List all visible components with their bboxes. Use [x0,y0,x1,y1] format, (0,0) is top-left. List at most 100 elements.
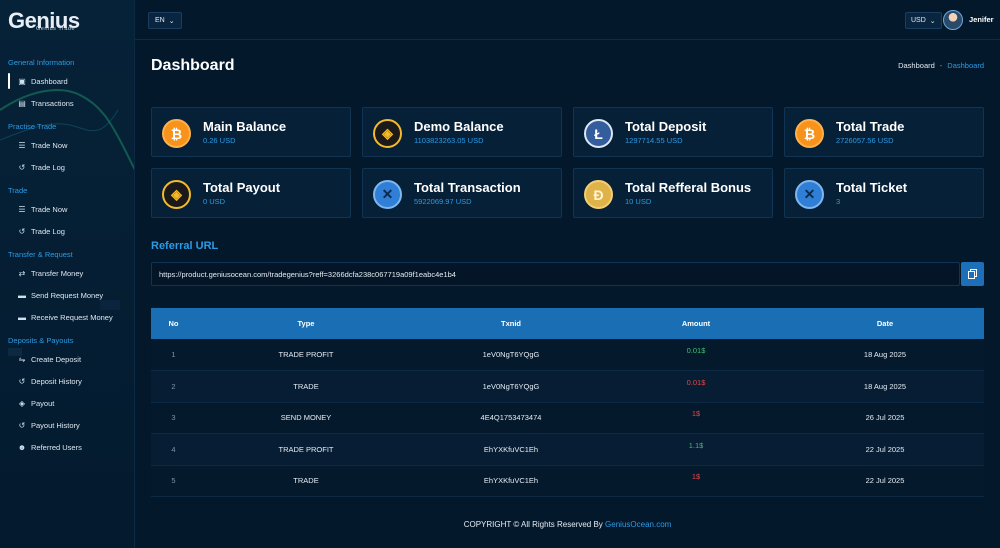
history-icon: ↺ [18,376,26,386]
stat-card-demo-balance[interactable]: ◈ Demo Balance 1103823263.05 USD [362,107,562,157]
amount-value: 1$ [691,409,701,419]
payout-icon: ◈ [18,398,26,408]
table-header-row: No Type Txnid Amount Date [151,308,984,339]
table-row: 4 TRADE PROFIT EhYXKfuVC1Eh 1.1$ 22 Jul … [151,433,984,466]
card-icon: ▬ [18,312,26,322]
transactions-table: No Type Txnid Amount Date 1 TRADE PROFIT… [151,308,984,497]
cell-txnid: 1eV0NgT6YQgG [416,370,606,403]
footer-brand-link[interactable]: GeniusOcean.com [605,520,671,529]
sidebar-item-payout-history[interactable]: ↺ Payout History [0,414,134,436]
cell-no: 2 [151,370,196,403]
card-value: 0 USD [203,197,226,206]
stat-card-total-deposit[interactable]: Ł Total Deposit 1297714.55 USD [573,107,773,157]
referral-url-label: Referral URL [151,240,219,252]
bnb-icon: ◈ [162,180,191,209]
sidebar-item-practise-trade-log[interactable]: ↺ Trade Log [0,156,134,178]
history-icon: ↺ [18,162,26,172]
cell-date: 18 Aug 2025 [786,370,984,403]
page-title: Dashboard [151,57,235,74]
cell-no: 4 [151,433,196,466]
sidebar-item-send-request-money[interactable]: ▬ Send Request Money [0,284,134,306]
footer: COPYRIGHT © All Rights Reserved By Geniu… [0,520,1000,529]
cell-txnid: 1eV0NgT6YQgG [416,339,606,371]
card-value: 5922069.97 USD [414,197,472,206]
xrp-icon: ✕ [373,180,402,209]
stat-card-total-trade[interactable]: ₿ Total Trade 2726057.56 USD [784,107,984,157]
sidebar-item-referred-users[interactable]: ☻ Referred Users [0,436,134,458]
sidebar-item-practise-trade-now[interactable]: ☰ Trade Now [0,134,134,156]
chevron-down-icon: ⌄ [929,17,936,25]
column-header-txnid: Txnid [416,308,606,339]
column-header-amount: Amount [606,308,786,339]
cell-type: TRADE PROFIT [196,339,416,371]
stat-card-main-balance[interactable]: ₿ Main Balance 0.26 USD [151,107,351,157]
referral-url-input[interactable] [151,262,960,286]
stat-card-total-payout[interactable]: ◈ Total Payout 0 USD [151,168,351,218]
card-value: 2726057.56 USD [836,136,894,145]
sidebar-item-label: Deposit History [31,376,82,386]
card-value: 1103823263.05 USD [414,136,484,145]
currency-value: USD [911,17,926,24]
breadcrumb-current: Dashboard [947,61,984,70]
sidebar-item-label: Transfer Money [31,268,84,278]
breadcrumb: Dashboard - Dashboard [898,61,984,70]
cell-no: 5 [151,465,196,497]
cell-type: TRADE [196,370,416,403]
sidebar-item-dashboard[interactable]: ▣ Dashboard [0,70,134,92]
nav-section-title: General Information [8,58,75,67]
sidebar-item-transactions[interactable]: ▤ Transactions [0,92,134,114]
cell-type: SEND MONEY [196,402,416,434]
copyright-text: COPYRIGHT © All Rights Reserved By [463,520,603,529]
stat-card-total-ticket[interactable]: ✕ Total Ticket 3 [784,168,984,218]
stat-card-total-refferal-bonus[interactable]: Ð Total Refferal Bonus 10 USD [573,168,773,218]
stat-card-total-transaction[interactable]: ✕ Total Transaction 5922069.97 USD [362,168,562,218]
cell-amount: 1$ [606,402,786,434]
history-icon: ↺ [18,420,26,430]
deposit-icon: ⇋ [18,354,26,364]
sidebar-item-deposit-history[interactable]: ↺ Deposit History [0,370,134,392]
cell-txnid: 4E4Q1753473474 [416,402,606,434]
username[interactable]: Jenifer [969,15,994,24]
card-value: 10 USD [625,197,652,206]
currency-select[interactable]: USD ⌄ [905,12,942,29]
column-header-no: No [151,308,196,339]
card-title: Total Payout [203,180,281,195]
card-icon: ▬ [18,290,26,300]
amount-value: 0.01$ [686,346,706,355]
table-row: 3 SEND MONEY 4E4Q1753473474 1$ 26 Jul 20… [151,402,984,434]
language-select[interactable]: EN ⌄ [148,12,182,29]
sidebar-item-label: Transactions [31,98,74,108]
amount-value: 1.1$ [688,440,704,450]
avatar[interactable] [943,10,963,30]
cell-date: 22 Jul 2025 [786,433,984,466]
cell-amount: 0.01$ [606,339,786,371]
logo[interactable]: Genius Genius Trade [8,8,80,34]
cell-no: 1 [151,339,196,371]
sidebar-item-receive-request-money[interactable]: ▬ Receive Request Money [0,306,134,328]
list-icon: ☰ [18,204,26,214]
card-value: 3 [836,197,841,206]
sidebar-item-label: Create Deposit [31,354,82,364]
card-title: Total Deposit [625,119,707,134]
sidebar-item-transfer-money[interactable]: ⇄ Transfer Money [0,262,134,284]
cell-amount: 1.1$ [606,433,786,466]
cell-txnid: EhYXKfuVC1Eh [416,465,606,497]
nav-section-title: Transfer & Request [8,250,73,259]
sidebar-item-trade-log[interactable]: ↺ Trade Log [0,220,134,242]
cell-no: 3 [151,402,196,434]
sidebar-item-payout[interactable]: ◈ Payout [0,392,134,414]
sidebar-item-create-deposit[interactable]: ⇋ Create Deposit [0,348,134,370]
cell-type: TRADE [196,465,416,497]
sidebar-item-trade-now[interactable]: ☰ Trade Now [0,198,134,220]
breadcrumb-separator: - [939,61,943,70]
amount-value: 0.01$ [686,377,706,387]
card-value: 0.26 USD [203,136,236,145]
copy-button[interactable] [961,262,984,286]
logo-subtitle: Genius Trade [36,26,76,32]
bitcoin-icon: ₿ [795,119,824,148]
topbar: EN ⌄ USD ⌄ Jenifer [135,0,1000,40]
breadcrumb-link[interactable]: Dashboard [898,61,935,70]
bnb-icon: ◈ [373,119,402,148]
sidebar-nav: General Information ▣ Dashboard ▤ Transa… [0,56,134,458]
nav-section-title: Deposits & Payouts [8,336,74,345]
